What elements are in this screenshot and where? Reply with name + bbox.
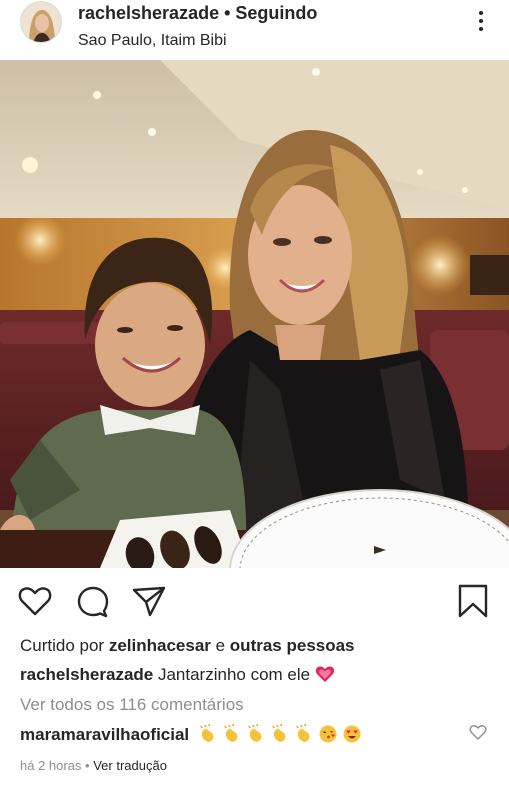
comment-item: maramaravilhaoficial — [20, 724, 366, 745]
kissing-face-heart-emoji-icon — [318, 724, 338, 744]
comment-username[interactable]: maramaravilhaoficial — [20, 725, 189, 744]
post-header: rachelsherazade • Seguindo Sao Paulo, It… — [0, 0, 509, 58]
paper-plane-icon[interactable] — [130, 582, 168, 620]
clapping-hands-emoji-icon — [270, 724, 290, 744]
action-bar — [0, 578, 509, 626]
comment-bubble-icon[interactable] — [74, 582, 112, 620]
username-follow-line: rachelsherazade • Seguindo — [78, 3, 317, 24]
caption: rachelsherazade Jantarzinho com ele — [20, 664, 339, 685]
heart-eyes-emoji-icon — [342, 724, 362, 744]
avatar[interactable] — [20, 1, 62, 43]
caption-username[interactable]: rachelsherazade — [20, 665, 153, 684]
bookmark-icon[interactable] — [454, 582, 492, 620]
clapping-hands-emoji-icon — [246, 724, 266, 744]
clapping-hands-emoji-icon — [222, 724, 242, 744]
post-photo[interactable] — [0, 60, 509, 568]
vertical-dots-icon[interactable] — [475, 8, 487, 36]
heart-outline-icon[interactable] — [16, 582, 54, 620]
clapping-hands-emoji-icon — [294, 724, 314, 744]
likes-others-link[interactable]: outras pessoas — [230, 636, 355, 655]
likes-middle: e — [210, 636, 230, 655]
heart-emoji-icon — [315, 664, 335, 684]
view-all-comments-link[interactable]: Ver todos os 116 comentários — [20, 695, 244, 715]
separator-dot: • — [219, 3, 236, 23]
likes-line: Curtido por zelinhacesar e outras pessoa… — [20, 636, 355, 656]
clapping-hands-emoji-icon — [198, 724, 218, 744]
comment-heart-icon[interactable] — [468, 722, 488, 742]
location-link[interactable]: Sao Paulo, Itaim Bibi — [78, 32, 227, 50]
meta-separator: • — [81, 758, 94, 773]
liker-username[interactable]: zelinhacesar — [109, 636, 211, 655]
likes-prefix: Curtido por — [20, 636, 109, 655]
caption-text: Jantarzinho com ele — [153, 665, 315, 684]
follow-status[interactable]: Seguindo — [235, 3, 317, 23]
username-link[interactable]: rachelsherazade — [78, 3, 219, 23]
see-translation-link[interactable]: Ver tradução — [93, 758, 167, 773]
post-timestamp: há 2 horas — [20, 758, 82, 773]
post-meta: há 2 horas • Ver tradução — [20, 758, 167, 773]
